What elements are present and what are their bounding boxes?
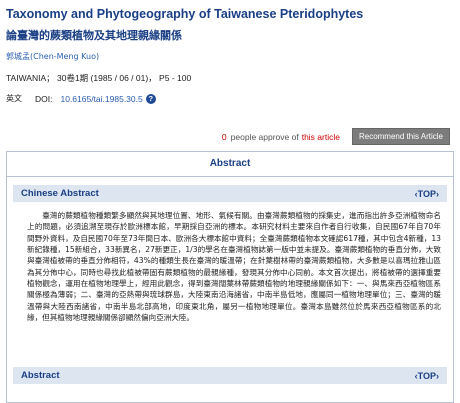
english-abstract-label: Abstract — [21, 370, 60, 381]
doi-link[interactable]: 10.6165/tai.1985.30.5 — [60, 94, 142, 104]
approval-text: people approve of — [230, 131, 299, 142]
english-abstract-bar: Abstract ‹TOP› — [13, 367, 447, 384]
abstract-header: Abstract — [7, 152, 453, 177]
article-title-en: Taxonomy and Phytogeography of Taiwanese… — [6, 7, 364, 21]
top-link-zh[interactable]: ‹TOP› — [415, 189, 439, 199]
approval-count: 0 — [221, 131, 227, 142]
author-link[interactable]: 郭城孟(Chen-Meng Kuo) — [6, 51, 99, 62]
doi-row: 英文 DOI: 10.6165/tai.1985.30.5 ? — [6, 93, 156, 104]
help-icon[interactable]: ? — [145, 93, 156, 104]
top-link-en[interactable]: ‹TOP› — [415, 371, 439, 381]
abstract-panel: Abstract Chinese Abstract ‹TOP› 臺灣的蕨類植物種… — [6, 151, 454, 403]
recommend-article-button[interactable]: Recommend this Article — [351, 128, 450, 145]
citation-info: TAIWANIA； 30卷1期 (1985 / 06 / 01)， P5 - 1… — [6, 73, 192, 83]
article-title-zh: 論臺灣的蕨類植物及其地理親緣關係 — [6, 29, 182, 42]
approval-row: 0 people approve of this article Recomme… — [222, 128, 450, 145]
chinese-abstract-text: 臺灣的蕨類植物種類繁多顯然與其地理位置、地形、氣候有關。由臺灣蕨類植物的採集史，… — [27, 211, 441, 323]
doi-label: DOI: — [35, 93, 53, 104]
chinese-abstract-label: Chinese Abstract — [21, 188, 99, 199]
approval-article-link: this article — [301, 131, 340, 142]
language-label: 英文 — [6, 94, 22, 103]
chinese-abstract-bar: Chinese Abstract ‹TOP› — [13, 185, 447, 202]
